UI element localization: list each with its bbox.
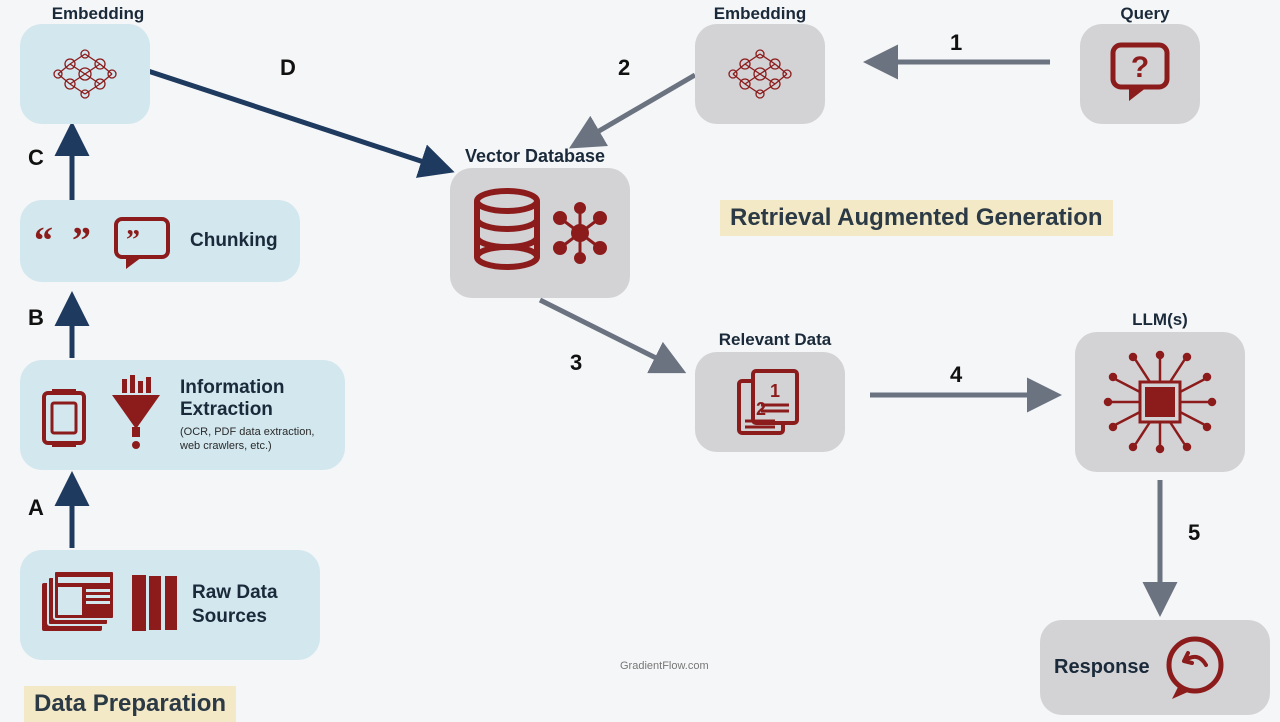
llm-node — [1075, 332, 1245, 472]
chunking-node: “ ” ” Chunking — [20, 200, 300, 282]
query-label: Query — [1085, 4, 1205, 24]
vector-db-node — [450, 168, 630, 298]
svg-text:2: 2 — [756, 399, 766, 419]
network-icon — [40, 39, 130, 109]
step-D: D — [280, 55, 296, 81]
llm-label: LLM(s) — [1105, 310, 1215, 330]
database-vector-icon — [465, 183, 615, 283]
svg-text:”: ” — [126, 225, 140, 256]
embedding-right-label: Embedding — [700, 4, 820, 24]
credit-text: GradientFlow.com — [620, 660, 709, 672]
step-A: A — [28, 495, 44, 521]
section-data-prep: Data Preparation — [24, 686, 236, 722]
svg-text:?: ? — [1131, 51, 1149, 84]
step-C: C — [28, 145, 44, 171]
relevant-data-label: Relevant Data — [700, 330, 850, 350]
extraction-icon — [34, 375, 174, 455]
info-extract-sublabel: (OCR, PDF data extraction, web crawlers,… — [180, 425, 331, 454]
response-node: Response — [1040, 620, 1270, 715]
svg-text:1: 1 — [770, 381, 780, 401]
section-rag: Retrieval Augmented Generation — [720, 200, 1113, 236]
response-label: Response — [1054, 656, 1150, 679]
network-icon — [715, 39, 805, 109]
quote-icon: “ ” ” — [34, 211, 184, 271]
query-node: ? — [1080, 24, 1200, 124]
pages-icon: 1 2 — [725, 365, 815, 440]
step-1: 1 — [950, 30, 962, 56]
embedding-right-node — [695, 24, 825, 124]
svg-text:”: ” — [72, 220, 91, 262]
chunking-label: Chunking — [190, 230, 278, 252]
documents-icon — [34, 565, 184, 645]
embedding-left-node — [20, 24, 150, 124]
raw-sources-node: Raw Data Sources — [20, 550, 320, 660]
svg-text:“: “ — [34, 220, 53, 262]
step-B: B — [28, 305, 44, 331]
relevant-data-node: 1 2 — [695, 352, 845, 452]
embedding-left-label: Embedding — [38, 4, 158, 24]
raw-sources-label: Raw Data Sources — [192, 581, 306, 629]
vector-db-label: Vector Database — [450, 146, 620, 167]
step-2: 2 — [618, 55, 630, 81]
step-4: 4 — [950, 362, 962, 388]
step-5: 5 — [1188, 520, 1200, 546]
chip-icon — [1095, 347, 1225, 457]
question-icon: ? — [1105, 39, 1175, 109]
info-extract-label: Information Extraction — [180, 377, 285, 420]
info-extract-node: Information Extraction (OCR, PDF data ex… — [20, 360, 345, 470]
step-3: 3 — [570, 350, 582, 376]
reply-icon — [1160, 633, 1230, 703]
